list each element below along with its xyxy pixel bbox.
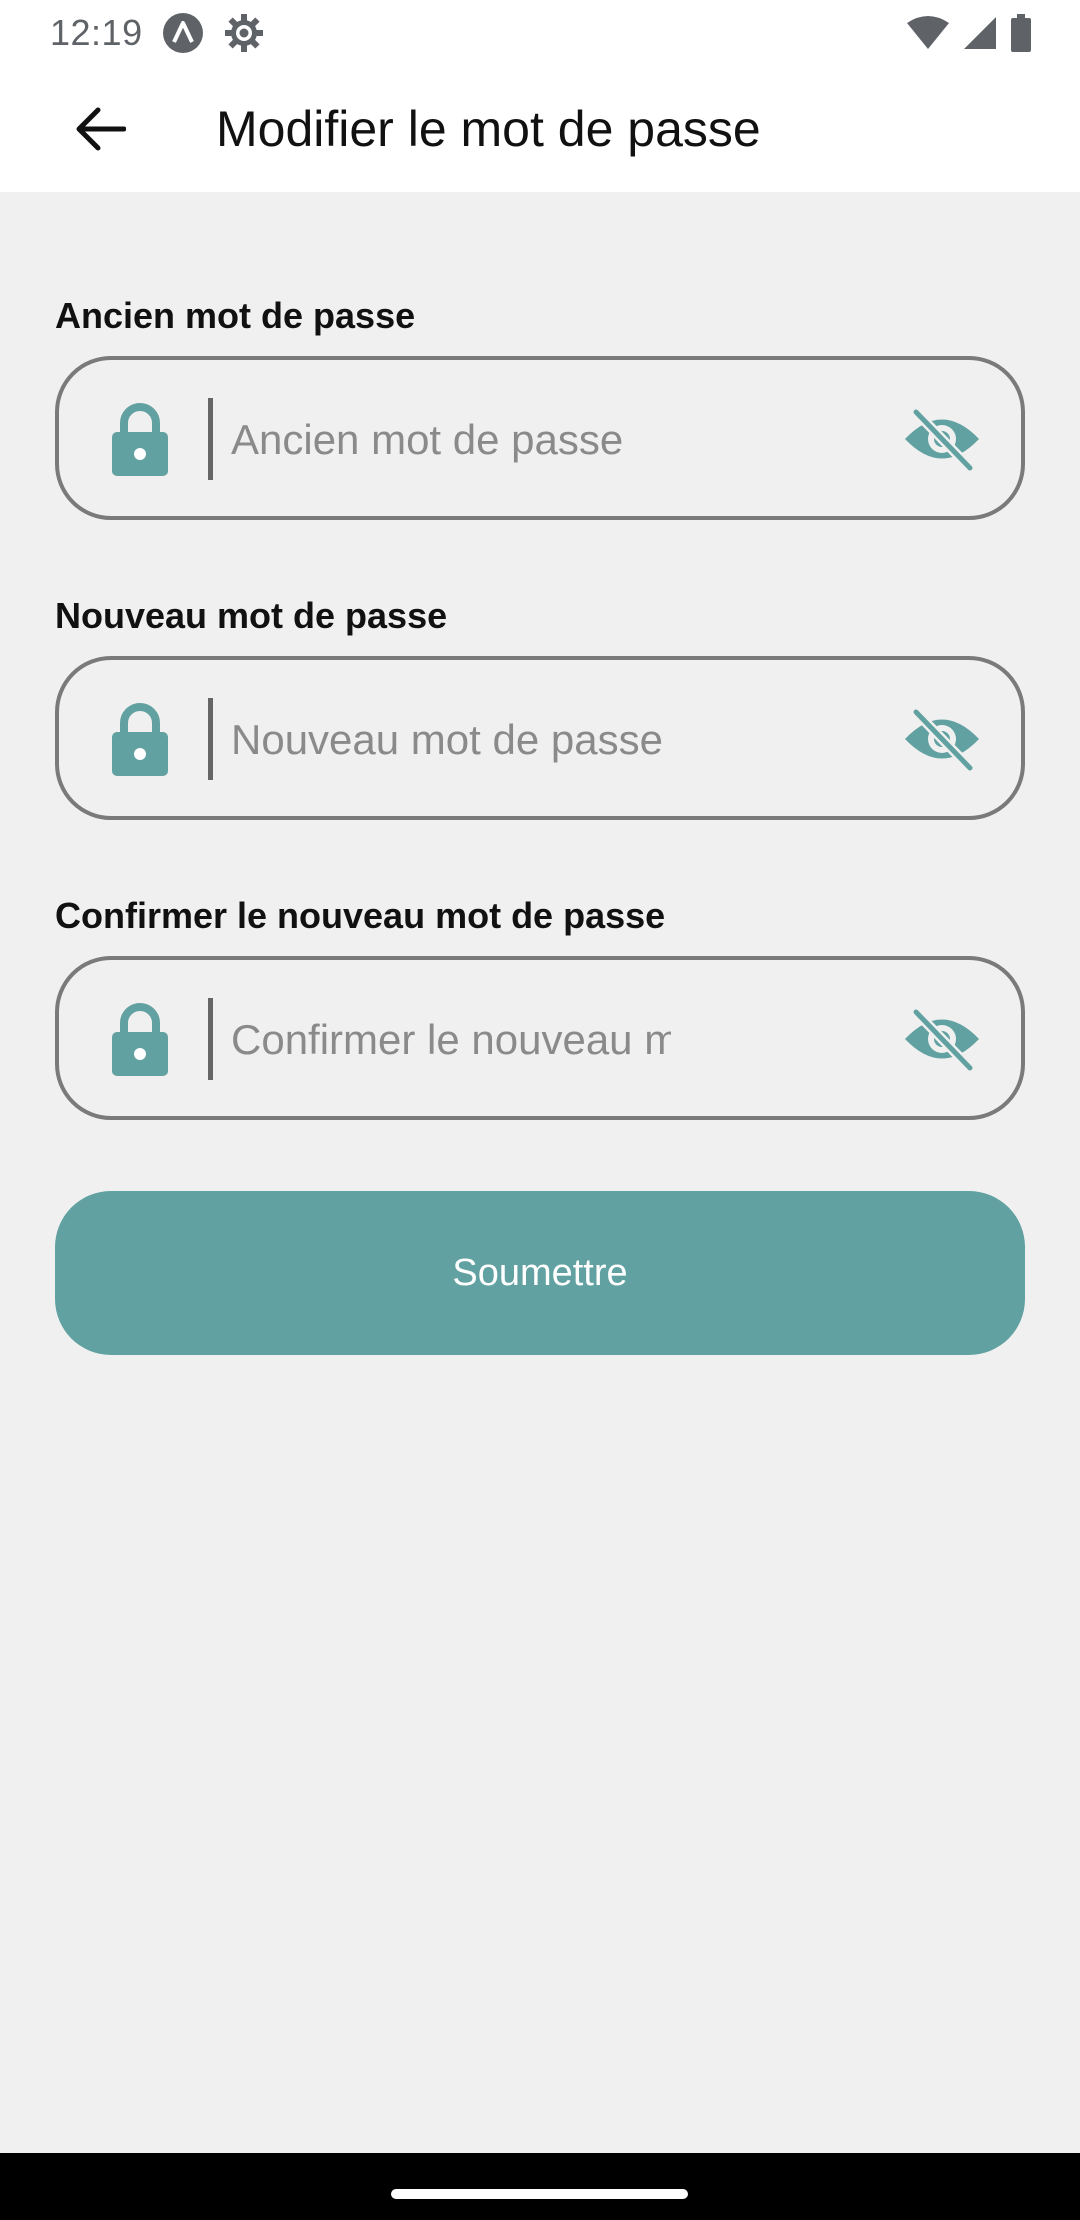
wifi-icon	[906, 15, 950, 51]
arrow-back-icon	[76, 107, 126, 151]
lock-icon	[112, 1003, 168, 1076]
old-password-input[interactable]	[231, 390, 671, 490]
old-password-label: Ancien mot de passe	[55, 295, 416, 336]
status-right	[906, 14, 1032, 52]
confirm-password-label: Confirmer le nouveau mot de passe	[55, 895, 666, 936]
lock-icon	[112, 403, 168, 476]
app-a-icon	[161, 11, 205, 55]
field-divider	[208, 998, 213, 1080]
eye-off-icon[interactable]	[902, 706, 982, 772]
status-left: 12:19	[50, 11, 265, 55]
new-password-input[interactable]	[231, 690, 671, 790]
lock-icon	[112, 703, 168, 776]
field-divider	[208, 698, 213, 780]
confirm-password-input[interactable]	[231, 990, 671, 1090]
status-bar: 12:19	[0, 0, 1080, 66]
confirm-password-field[interactable]	[55, 956, 1025, 1120]
new-password-field[interactable]	[55, 656, 1025, 820]
app-bar: Modifier le mot de passe	[0, 66, 1080, 192]
eye-off-icon[interactable]	[902, 406, 982, 472]
back-button[interactable]	[60, 96, 140, 162]
system-nav-bar	[0, 2153, 1080, 2220]
old-password-field[interactable]	[55, 356, 1025, 520]
battery-icon	[1010, 14, 1032, 52]
field-divider	[208, 398, 213, 480]
new-password-label: Nouveau mot de passe	[55, 595, 448, 636]
submit-button[interactable]: Soumettre	[55, 1191, 1025, 1355]
eye-off-icon[interactable]	[902, 1006, 982, 1072]
page-title: Modifier le mot de passe	[216, 101, 761, 157]
cell-signal-icon	[962, 15, 998, 51]
change-password-screen: 12:19 Modifier le mot de passe Ancien mo…	[0, 0, 1080, 2220]
home-indicator[interactable]	[391, 2189, 688, 2199]
status-time: 12:19	[50, 12, 143, 53]
settings-gear-icon	[223, 12, 265, 54]
